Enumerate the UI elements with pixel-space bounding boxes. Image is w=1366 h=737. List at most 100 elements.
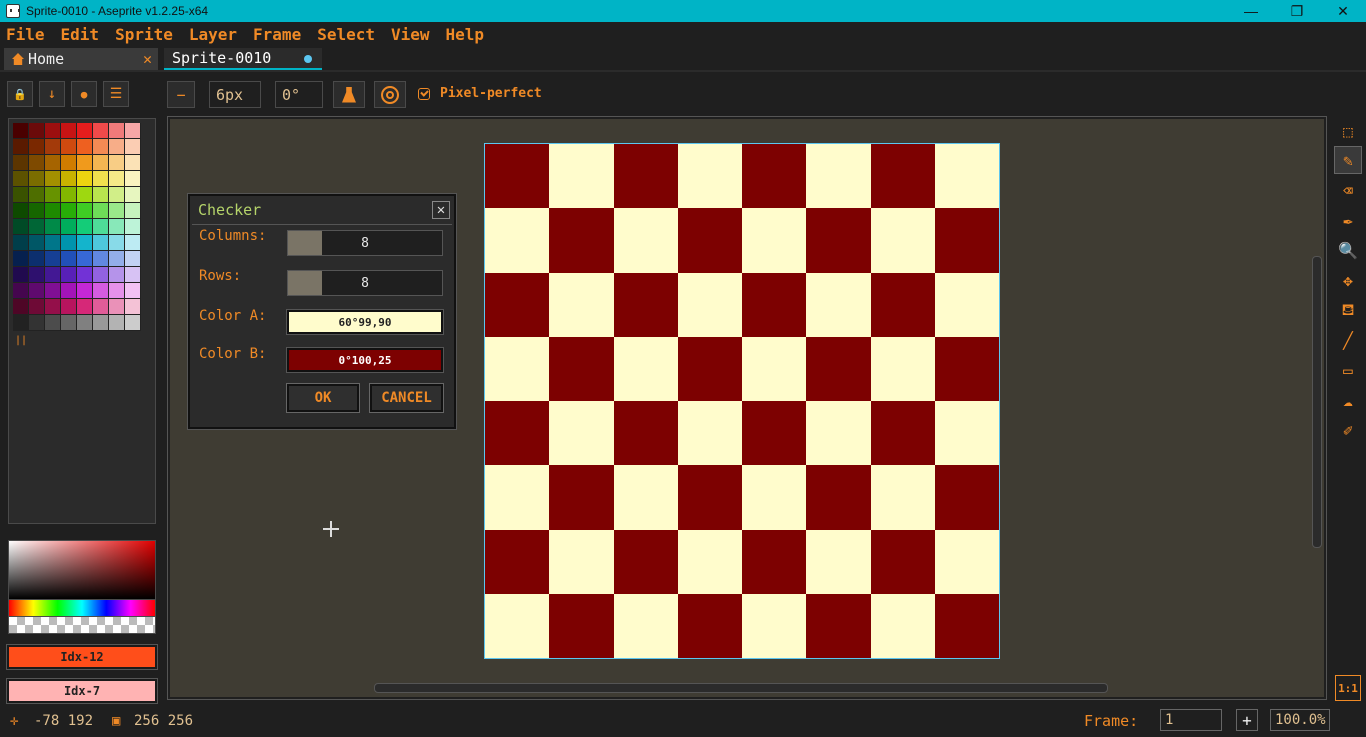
palette-swatch[interactable]	[45, 155, 61, 171]
palette-swatch[interactable]	[109, 123, 125, 139]
menu-frame[interactable]: Frame	[253, 25, 301, 44]
palette-swatch[interactable]	[61, 139, 77, 155]
palette-swatch[interactable]	[13, 219, 29, 235]
palette-swatch[interactable]	[93, 283, 109, 299]
palette-swatch[interactable]	[45, 219, 61, 235]
palette-swatch[interactable]	[125, 283, 141, 299]
palette-swatch[interactable]	[125, 299, 141, 315]
palette-swatch[interactable]	[125, 123, 141, 139]
close-icon[interactable]: ✕	[143, 50, 152, 68]
palette-swatch[interactable]	[45, 171, 61, 187]
background-color-button[interactable]: Idx-7	[6, 678, 158, 704]
blur-tool-button[interactable]: ☁	[1334, 386, 1362, 414]
palette-swatch[interactable]	[77, 203, 93, 219]
palette-swatch[interactable]	[45, 203, 61, 219]
palette-swatch[interactable]	[45, 299, 61, 315]
palette-swatch[interactable]	[125, 219, 141, 235]
palette-swatch[interactable]	[125, 155, 141, 171]
palette-swatch[interactable]	[77, 155, 93, 171]
menu-view[interactable]: View	[391, 25, 430, 44]
palette-swatch[interactable]	[93, 267, 109, 283]
palette-swatch[interactable]	[125, 251, 141, 267]
palette-swatch[interactable]	[29, 203, 45, 219]
marquee-tool-button[interactable]: ⬚	[1334, 117, 1362, 145]
palette-swatch[interactable]	[93, 139, 109, 155]
paint-bucket-tool-button[interactable]: ⛾	[1334, 296, 1362, 324]
palette-swatch[interactable]	[61, 219, 77, 235]
palette-swatch[interactable]	[45, 251, 61, 267]
brush-angle-field[interactable]: 0°	[275, 81, 323, 108]
palette-swatch[interactable]	[13, 267, 29, 283]
zoom-field[interactable]: 100.0%	[1270, 709, 1330, 731]
palette-swatch[interactable]	[77, 299, 93, 315]
palette-swatch[interactable]	[29, 155, 45, 171]
palette-swatch[interactable]	[61, 283, 77, 299]
color-b-button[interactable]: 0°100,25	[286, 347, 444, 373]
palette-swatch[interactable]	[29, 123, 45, 139]
frame-field[interactable]: 1	[1160, 709, 1222, 731]
palette-swatch[interactable]	[45, 187, 61, 203]
menu-file[interactable]: File	[6, 25, 45, 44]
palette-swatch[interactable]	[61, 299, 77, 315]
palette-swatch[interactable]	[77, 139, 93, 155]
palette-swatch[interactable]	[77, 123, 93, 139]
options-button[interactable]: ☰	[103, 81, 129, 107]
palette-swatch[interactable]	[13, 299, 29, 315]
palette-swatch[interactable]	[125, 139, 141, 155]
palette-swatch[interactable]	[13, 251, 29, 267]
rows-slider[interactable]: 8	[287, 270, 443, 296]
menu-layer[interactable]: Layer	[189, 25, 237, 44]
brush-shape-button[interactable]: −	[167, 81, 195, 108]
pixel-perfect-checkbox[interactable]: Pixel-perfect	[418, 86, 542, 101]
palette-swatch[interactable]	[77, 219, 93, 235]
palette-swatch[interactable]	[109, 219, 125, 235]
palette-swatch[interactable]	[13, 139, 29, 155]
palette-swatch[interactable]	[45, 139, 61, 155]
palette-swatch[interactable]	[13, 283, 29, 299]
tab-sprite[interactable]: Sprite-0010	[164, 48, 322, 70]
palette-swatch[interactable]	[93, 187, 109, 203]
palette-swatch[interactable]	[29, 171, 45, 187]
menu-edit[interactable]: Edit	[61, 25, 100, 44]
palette-swatch[interactable]	[29, 251, 45, 267]
menu-help[interactable]: Help	[446, 25, 485, 44]
palette-swatch[interactable]	[29, 235, 45, 251]
palette-swatch[interactable]	[109, 139, 125, 155]
palette-swatch[interactable]	[93, 123, 109, 139]
palette-swatch[interactable]	[109, 315, 125, 331]
minimize-button[interactable]: —	[1228, 0, 1274, 22]
horizontal-scrollbar[interactable]	[374, 683, 1108, 693]
add-frame-button[interactable]: +	[1236, 709, 1258, 731]
palette-swatch[interactable]	[45, 283, 61, 299]
palette-swatch[interactable]	[125, 267, 141, 283]
palette-resize-grip[interactable]: ||	[15, 335, 27, 346]
palette-swatch[interactable]	[109, 251, 125, 267]
palette-swatch[interactable]	[109, 155, 125, 171]
alpha-slider[interactable]	[8, 616, 156, 634]
columns-slider[interactable]: 8	[287, 230, 443, 256]
down-button[interactable]: ↓	[39, 81, 65, 107]
palette-swatch[interactable]	[13, 203, 29, 219]
palette-swatch[interactable]	[61, 123, 77, 139]
palette-swatch[interactable]	[13, 155, 29, 171]
symmetry-button[interactable]	[374, 81, 406, 108]
lock-button[interactable]: 🔒	[7, 81, 33, 107]
foreground-color-button[interactable]: Idx-12	[6, 644, 158, 670]
palette-swatch[interactable]	[93, 219, 109, 235]
palette-swatch[interactable]	[77, 187, 93, 203]
palette-swatch[interactable]	[109, 171, 125, 187]
palette-swatch[interactable]	[77, 251, 93, 267]
pencil-tool-button[interactable]: ✎	[1334, 146, 1362, 174]
palette-swatch[interactable]	[77, 267, 93, 283]
eyedropper-tool-button[interactable]: ✒	[1334, 206, 1362, 234]
palette-swatch[interactable]	[125, 235, 141, 251]
dialog-close-button[interactable]: ✕	[432, 201, 450, 219]
color-a-button[interactable]: 60°99,90	[286, 309, 444, 335]
palette-swatch[interactable]	[29, 283, 45, 299]
palette-swatch[interactable]	[77, 315, 93, 331]
palette-swatch[interactable]	[109, 203, 125, 219]
palette-swatch[interactable]	[45, 235, 61, 251]
circle-button[interactable]: ●	[71, 81, 97, 107]
hue-slider[interactable]	[8, 600, 156, 616]
vertical-scrollbar[interactable]	[1312, 256, 1322, 548]
